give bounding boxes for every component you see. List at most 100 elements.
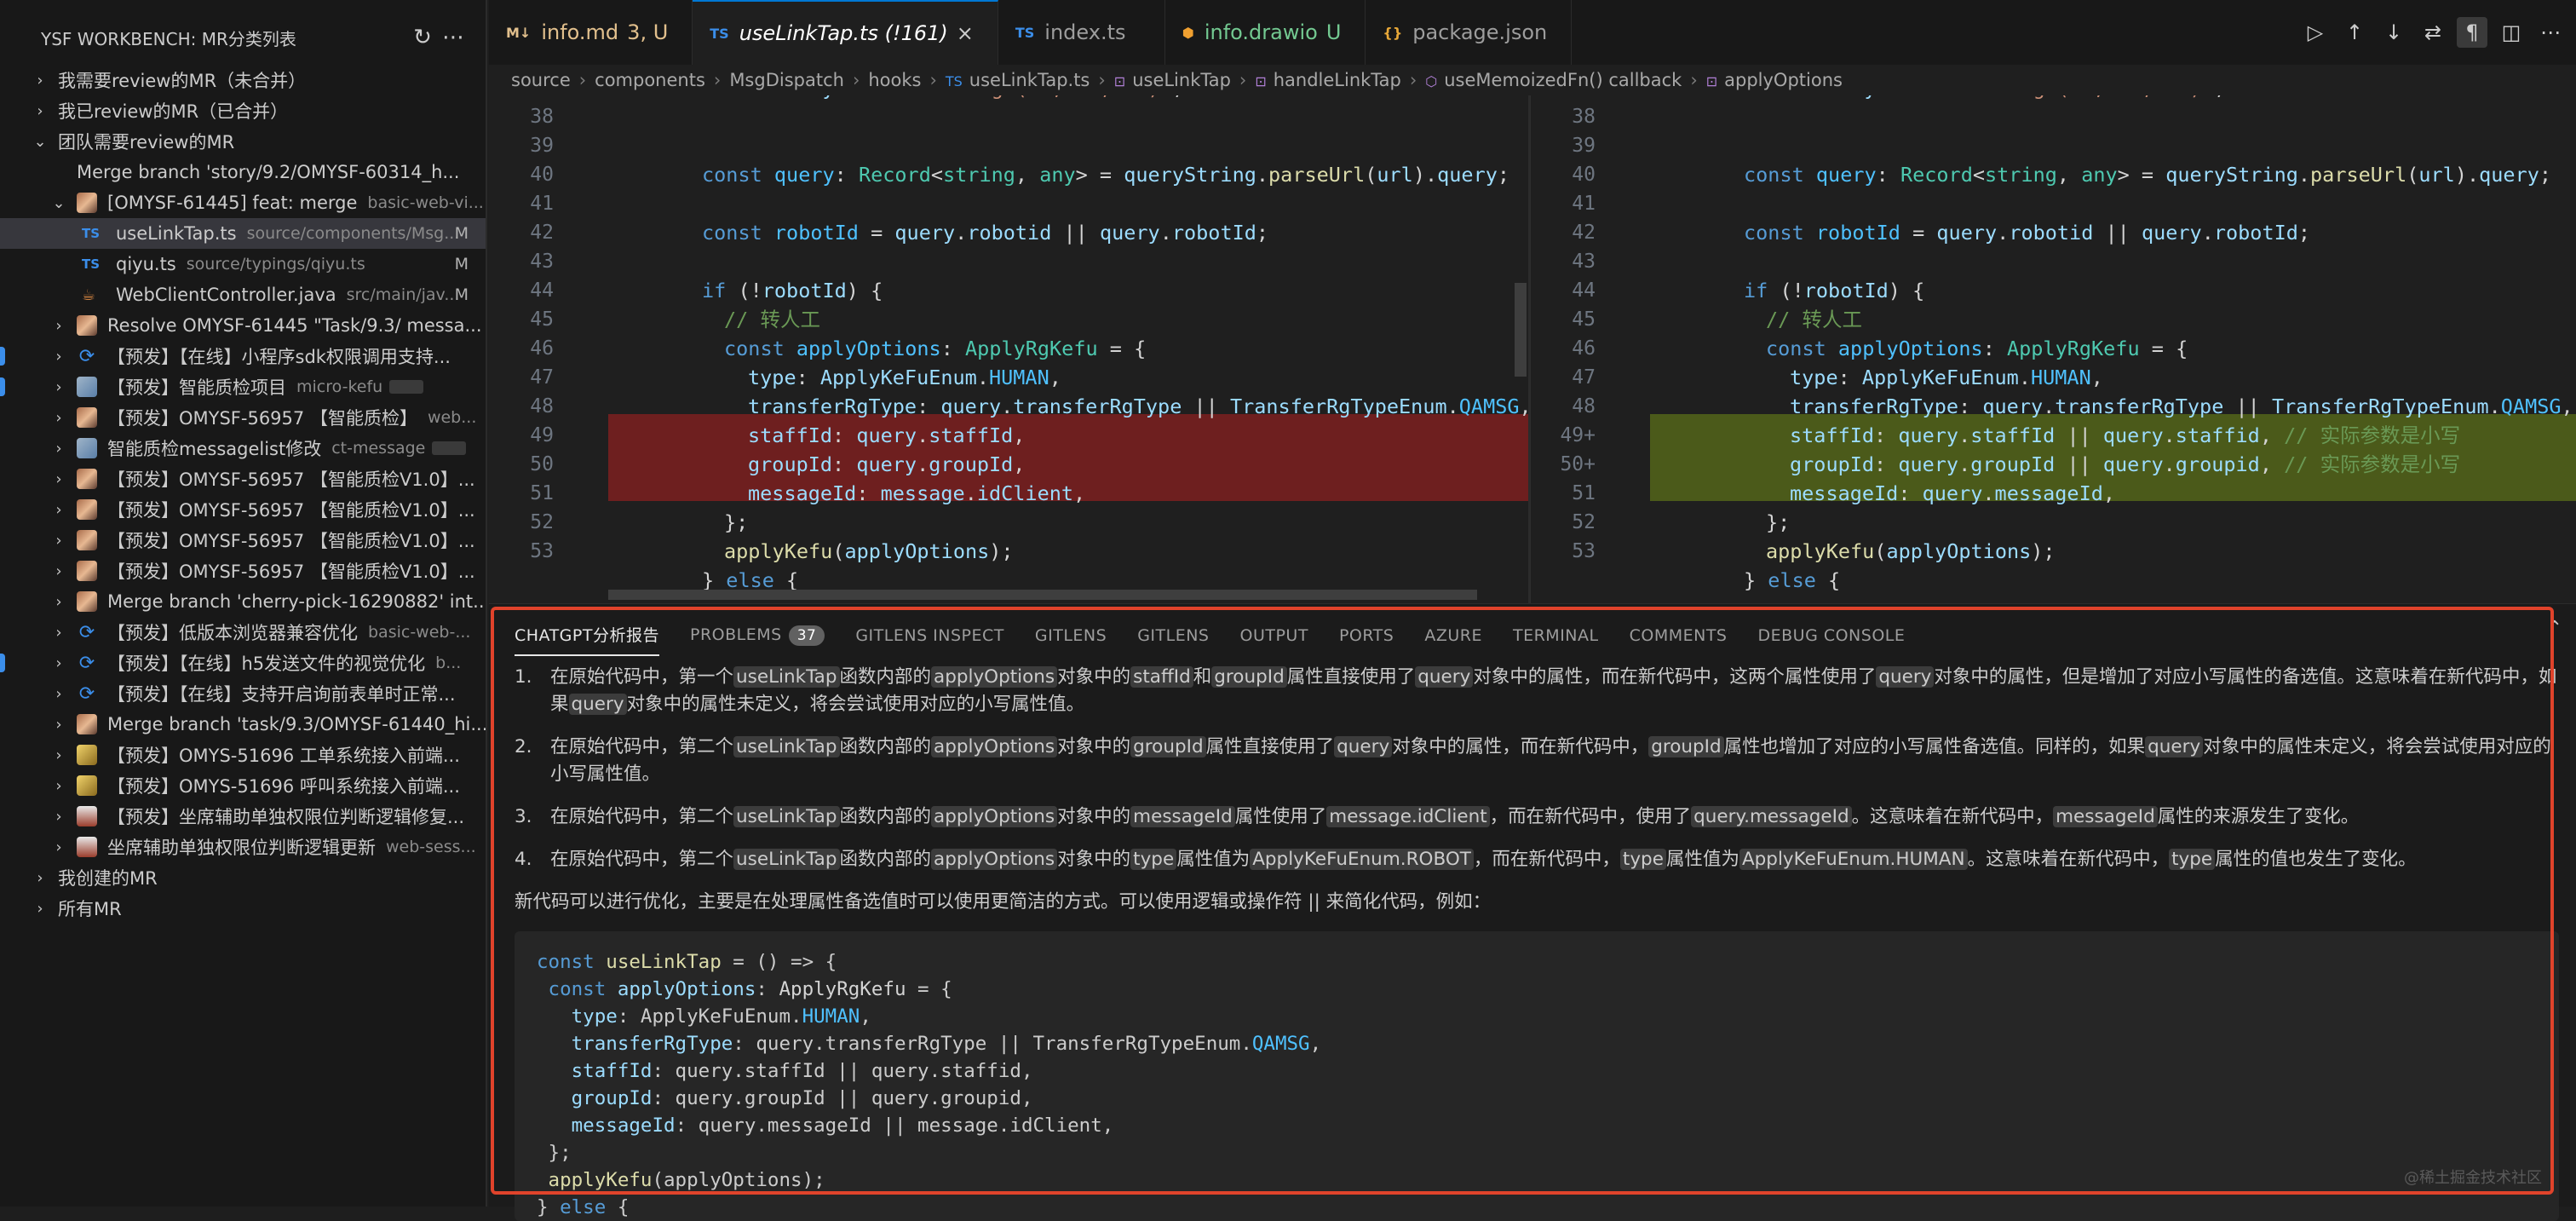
- tree-item[interactable]: ☕ WebClientController.java src/main/jav...…: [0, 279, 486, 310]
- chevron-right-icon[interactable]: ›: [31, 102, 49, 120]
- panel-tab[interactable]: DEBUG CONSOLE: [1758, 618, 1906, 654]
- chevron-right-icon[interactable]: ›: [31, 900, 49, 918]
- tree-item[interactable]: › Merge branch 'task/9.3/OMYSF-61440_hi..…: [0, 709, 486, 740]
- tree-item[interactable]: › 我已review的MR（已合并）: [0, 95, 486, 126]
- tree-item[interactable]: › ⟳ 【预发】【在线】h5发送文件的视觉优化 b...: [0, 648, 486, 678]
- chevron-right-icon[interactable]: ›: [49, 838, 68, 856]
- editor-tab[interactable]: {} package.json: [1366, 0, 1573, 65]
- tree-item[interactable]: › 【预发】坐席辅助单独权限位判断逻辑修复...: [0, 801, 486, 832]
- panel-tab[interactable]: GITLENS: [1137, 618, 1209, 654]
- breadcrumb-item[interactable]: source: [511, 70, 571, 90]
- chevron-right-icon[interactable]: ›: [49, 716, 68, 734]
- vertical-scrollbar[interactable]: [1515, 283, 1527, 377]
- diff-modified-pane[interactable]: 37 38 39 40 41 42 43 44 45 46 47 48 49+ 50+ 51 52 53 ele…: [1530, 95, 2576, 603]
- tree-item[interactable]: › ⟳ 【预发】【在线】小程序sdk权限调用支持...: [0, 341, 486, 371]
- tree-item[interactable]: › 【预发】智能质检项目 micro-kefu: [0, 371, 486, 402]
- panel-tab[interactable]: GITLENS INSPECT: [855, 618, 1004, 654]
- tree-item[interactable]: › 【预发】OMYSF-56957 【智能质检V1.0】...: [0, 494, 486, 525]
- chevron-right-icon[interactable]: ›: [49, 409, 68, 427]
- breadcrumb-item[interactable]: ⊡ useLinkTap: [1114, 70, 1231, 90]
- tree-item[interactable]: ⌄ [OMYSF-61445] feat: merge basic-web-vi..…: [0, 187, 486, 218]
- tree-item[interactable]: › 坐席辅助单独权限位判断逻辑更新 web-sess...: [0, 832, 486, 862]
- tree-item[interactable]: › 我创建的MR: [0, 862, 486, 893]
- editor-tab[interactable]: ⬢ info.drawio U: [1165, 0, 1366, 65]
- more-actions-icon[interactable]: ⋯: [2535, 17, 2566, 48]
- chevron-right-icon[interactable]: ›: [49, 348, 68, 366]
- typescript-file-icon: TS: [1015, 24, 1035, 41]
- tree-item[interactable]: › 智能质检messagelist修改 ct-message: [0, 433, 486, 464]
- tree-item[interactable]: › Merge branch 'cherry-pick-16290882' int…: [0, 586, 486, 617]
- tree-item[interactable]: › ⟳ 【预发】【在线】支持开启询前表单时正常...: [0, 678, 486, 709]
- chevron-right-icon[interactable]: ›: [49, 624, 68, 642]
- chevron-down-icon[interactable]: ⌄: [31, 133, 49, 151]
- tree-item[interactable]: › 【预发】OMYSF-56957 【智能质检V1.0】...: [0, 556, 486, 586]
- maximize-panel-icon[interactable]: ⌃: [2547, 618, 2562, 639]
- chevron-right-icon[interactable]: ›: [49, 777, 68, 795]
- chevron-right-icon[interactable]: ›: [49, 562, 68, 580]
- chevron-right-icon[interactable]: ›: [49, 532, 68, 550]
- tree-item[interactable]: › 【预发】OMYSF-56957 【智能质检V1.0】...: [0, 464, 486, 494]
- tree-item[interactable]: › 【预发】OMYSF-56957 【智能质检】 web...: [0, 402, 486, 433]
- panel-tab[interactable]: GITLENS: [1035, 618, 1107, 654]
- editor-tab[interactable]: TS useLinkTap.ts (!161) ×: [693, 0, 998, 65]
- breadcrumb-item[interactable]: components: [595, 70, 705, 90]
- more-actions-icon[interactable]: ⋯: [438, 22, 469, 53]
- chevron-right-icon[interactable]: ›: [49, 808, 68, 826]
- chevron-right-icon[interactable]: ›: [49, 317, 68, 335]
- refresh-icon[interactable]: ↻: [407, 22, 438, 53]
- tree-item[interactable]: › ⟳ 【预发】低版本浏览器兼容优化 basic-web-...: [0, 617, 486, 648]
- tree-item[interactable]: ⌄ 团队需要review的MR: [0, 126, 486, 157]
- code-line: staffId: query.staffId,: [748, 423, 1026, 447]
- chevron-right-icon[interactable]: ›: [49, 470, 68, 488]
- chevron-right-icon[interactable]: ›: [49, 501, 68, 519]
- panel-tab[interactable]: CHATGPT分析报告: [515, 614, 659, 656]
- breadcrumb-item[interactable]: hooks: [868, 70, 921, 90]
- breadcrumb-item[interactable]: ⊡ applyOptions: [1706, 70, 1843, 90]
- chevron-right-icon[interactable]: ›: [49, 746, 68, 764]
- chevron-right-icon[interactable]: ›: [31, 869, 49, 887]
- breadcrumb-item[interactable]: ⊡ handleLinkTap: [1255, 70, 1401, 90]
- editor-tab[interactable]: M↓ info.md 3, U: [489, 0, 693, 65]
- open-preview-icon[interactable]: ◫: [2496, 17, 2527, 48]
- previous-change-icon[interactable]: ↑: [2339, 17, 2370, 48]
- code-line: };: [1766, 510, 1791, 534]
- tree-item[interactable]: › 我需要review的MR（未合并）: [0, 65, 486, 95]
- chevron-right-icon[interactable]: ›: [49, 654, 68, 672]
- close-icon[interactable]: ×: [957, 21, 974, 45]
- panel-tab[interactable]: COMMENTS: [1630, 618, 1728, 654]
- tree-item[interactable]: TS qiyu.ts source/typings/qiyu.ts M: [0, 249, 486, 279]
- panel-tab[interactable]: PORTS: [1339, 618, 1394, 654]
- tree-item[interactable]: › 【预发】OMYS-51696 呼叫系统接入前端...: [0, 770, 486, 801]
- tree-item[interactable]: › 【预发】OMYS-51696 工单系统接入前端...: [0, 740, 486, 770]
- line-number: 43: [530, 251, 554, 273]
- chevron-right-icon: ›: [852, 70, 860, 90]
- next-change-icon[interactable]: ↓: [2378, 17, 2409, 48]
- chevron-right-icon[interactable]: ›: [49, 378, 68, 396]
- run-icon[interactable]: ▷: [2300, 17, 2331, 48]
- panel-tab[interactable]: OUTPUT: [1239, 618, 1308, 654]
- panel-tab[interactable]: PROBLEMS 37: [690, 617, 825, 654]
- inline-code: query.messageId: [1691, 806, 1852, 827]
- panel-tab[interactable]: AZURE: [1424, 618, 1482, 654]
- tree-item[interactable]: Merge branch 'story/9.2/OMYSF-60314_h...: [0, 157, 486, 187]
- chevron-down-icon[interactable]: ⌄: [49, 194, 68, 212]
- chevron-right-icon[interactable]: ›: [49, 685, 68, 703]
- tree-item[interactable]: › 所有MR: [0, 893, 486, 924]
- breadcrumb-item[interactable]: TS useLinkTap.ts: [946, 70, 1090, 90]
- panel-tab[interactable]: TERMINAL: [1513, 618, 1599, 654]
- tree-item[interactable]: › Resolve OMYSF-61445 "Task/9.3/ messa...: [0, 310, 486, 341]
- breadcrumb-item[interactable]: MsgDispatch: [729, 70, 844, 90]
- editor-tab[interactable]: TS index.ts: [998, 0, 1165, 65]
- tree-item[interactable]: › 【预发】OMYSF-56957 【智能质检V1.0】...: [0, 525, 486, 556]
- swap-diff-icon[interactable]: ⇄: [2418, 17, 2448, 48]
- tab-label: package.json: [1412, 20, 1548, 44]
- chevron-right-icon[interactable]: ›: [49, 440, 68, 458]
- chevron-right-icon[interactable]: ›: [31, 72, 49, 89]
- diff-original-pane[interactable]: 37 38 39 40 41 42 43 44 45 46 47 48 49 50 51 52 53 eleme…: [489, 95, 1528, 603]
- whitespace-toggle-icon[interactable]: ¶: [2457, 17, 2487, 48]
- tree-item[interactable]: TS useLinkTap.ts source/components/Msg... M: [0, 218, 486, 249]
- horizontal-scrollbar[interactable]: [608, 590, 1477, 600]
- chevron-right-icon[interactable]: ›: [49, 593, 68, 611]
- tab-label: useLinkTap.ts (!161): [739, 21, 948, 45]
- breadcrumb-item[interactable]: ⬡ useMemoizedFn() callback: [1425, 70, 1682, 90]
